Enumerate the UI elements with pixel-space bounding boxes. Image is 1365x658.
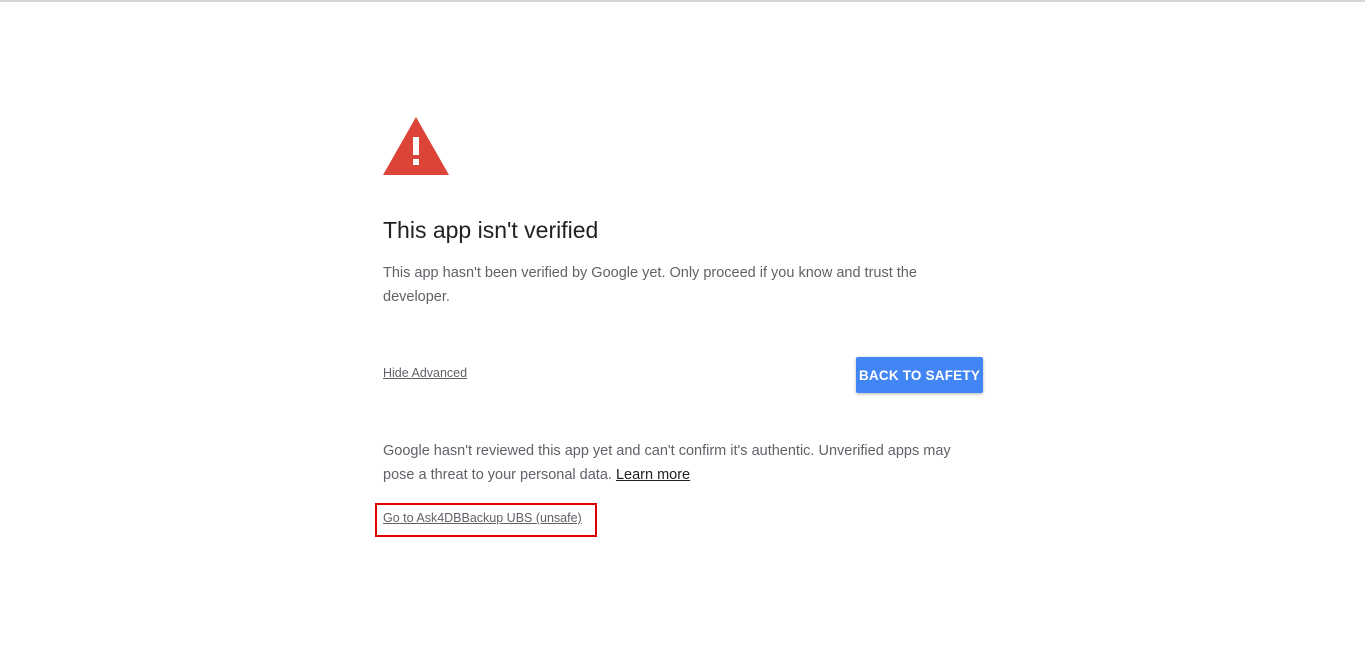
warning-page: This app isn't verified This app hasn't …	[375, 0, 983, 658]
learn-more-link[interactable]: Learn more	[616, 467, 690, 483]
back-to-safety-button[interactable]: BACK TO SAFETY	[856, 357, 983, 393]
page-title: This app isn't verified	[383, 217, 599, 243]
advanced-details: Google hasn't reviewed this app yet and …	[383, 439, 983, 487]
description-text: This app hasn't been verified by Google …	[383, 265, 917, 305]
proceed-unsafe-link[interactable]: Go to Ask4DBBackup UBS (unsafe)	[383, 511, 582, 525]
warning-triangle-icon	[383, 117, 449, 175]
hide-advanced-link[interactable]: Hide Advanced	[383, 366, 467, 380]
